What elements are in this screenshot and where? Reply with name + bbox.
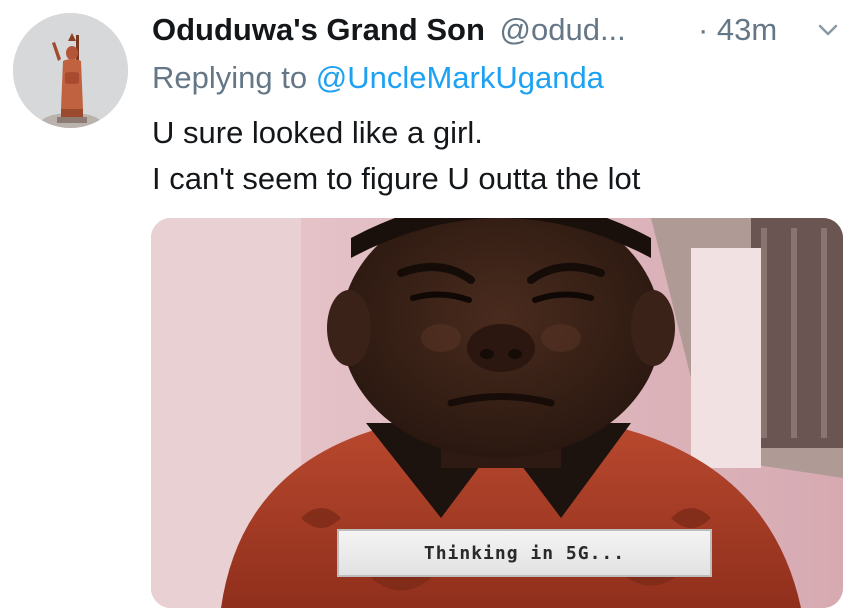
replying-to: Replying to @UncleMarkUganda	[152, 56, 604, 100]
avatar[interactable]	[13, 13, 128, 128]
reply-user-link[interactable]: @UncleMarkUganda	[316, 60, 604, 95]
meme-caption: Thinking in 5G...	[423, 542, 626, 564]
statue-avatar-image	[13, 13, 128, 128]
author-display-name[interactable]: Oduduwa's Grand Son	[152, 12, 485, 47]
chevron-down-icon[interactable]	[816, 20, 840, 40]
tweet-timestamp[interactable]: · 43m	[698, 8, 777, 52]
author-handle[interactable]: @odud...	[500, 12, 626, 47]
replying-to-label: Replying to	[152, 60, 308, 95]
meme-caption-box: Thinking in 5G...	[337, 529, 712, 577]
tweet-text: U sure looked like a girl. I can't seem …	[152, 110, 640, 202]
tweet-media-image[interactable]: Thinking in 5G...	[151, 218, 843, 608]
tweet-text-line: I can't seem to figure U outta the lot	[152, 161, 641, 196]
tweet-header: Oduduwa's Grand Son @odud... · 43m	[152, 8, 852, 52]
tweet[interactable]: Oduduwa's Grand Son @odud... · 43m Reply…	[0, 0, 863, 611]
tweet-text-line: U sure looked like a girl.	[152, 115, 483, 150]
